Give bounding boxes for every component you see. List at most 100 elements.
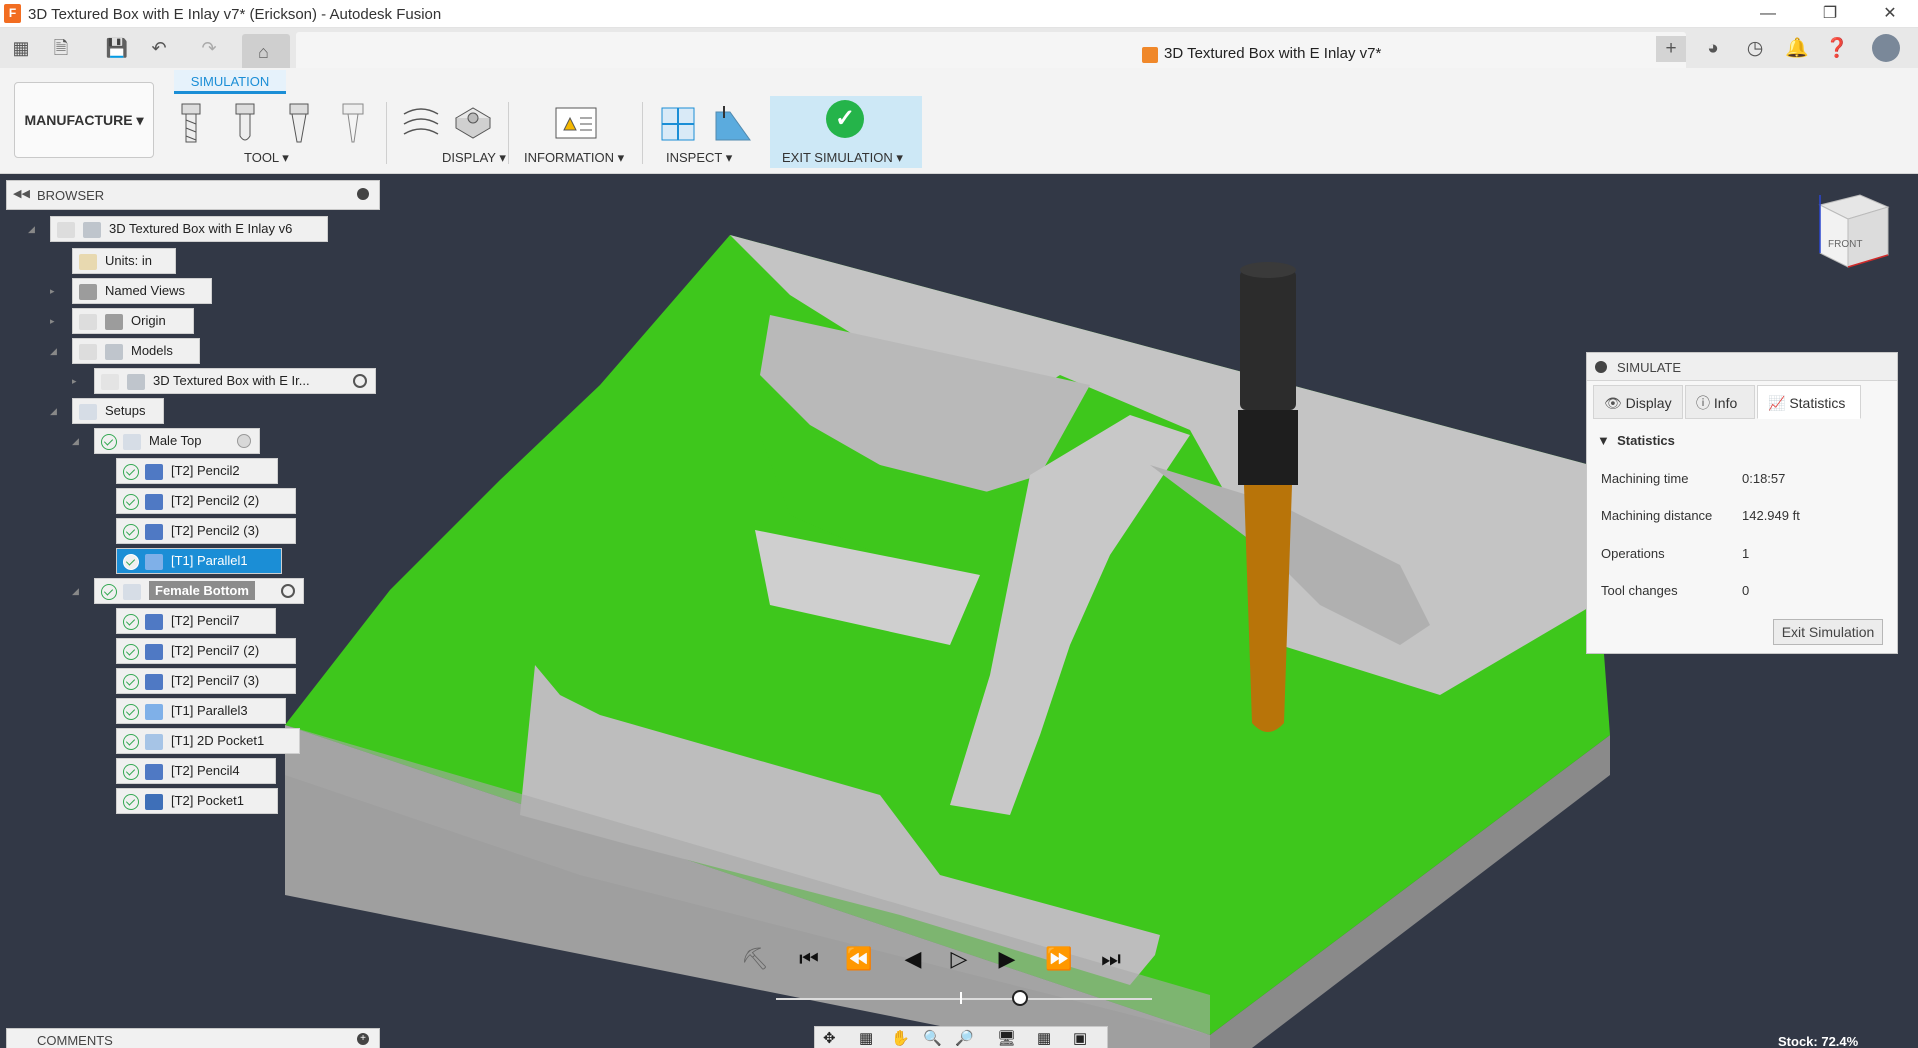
operation-node[interactable]: [T1] 2D Pocket1	[116, 728, 300, 754]
minimize-button[interactable]: —	[1746, 2, 1790, 26]
close-window-button[interactable]: ✕	[1868, 2, 1912, 26]
root-component-node[interactable]: 3D Textured Box with E Inlay v6	[50, 216, 328, 242]
playback-settings-icon[interactable]: ⛏	[740, 944, 770, 974]
exit-simulation-label[interactable]: EXIT SIMULATION ▾	[782, 150, 903, 166]
tapered-mill-icon[interactable]	[286, 102, 312, 146]
expand-origin-icon[interactable]: ▸	[50, 316, 60, 326]
operation-node[interactable]: [T2] Pencil2 (2)	[116, 488, 296, 514]
eye-visibility-icon[interactable]	[57, 221, 75, 238]
information-warning-icon[interactable]	[554, 102, 598, 146]
previous-operation-icon[interactable]: ⏪	[844, 944, 874, 974]
flat-endmill-icon[interactable]	[178, 102, 204, 146]
help-icon[interactable]: ❓	[1822, 36, 1852, 62]
tab-simulation[interactable]: SIMULATION	[174, 70, 286, 94]
exit-simulation-check-icon[interactable]: ✓	[826, 100, 864, 138]
zoom-icon[interactable]: 🔍	[923, 1029, 942, 1047]
expand-setups-icon[interactable]: ◢	[50, 406, 60, 416]
expand-models-icon[interactable]: ◢	[50, 346, 60, 356]
home-tab-button[interactable]: ⌂	[242, 34, 290, 68]
fit-icon[interactable]: 🔎	[955, 1029, 974, 1047]
tab-info[interactable]: ⓘ Info	[1685, 385, 1755, 419]
display-settings-icon[interactable]: 🖥	[997, 1029, 1016, 1047]
simulate-collapse-icon[interactable]	[1595, 361, 1607, 373]
redo-icon[interactable]: ↷	[196, 36, 222, 60]
pan-icon[interactable]: ✋	[891, 1029, 910, 1047]
skip-to-end-icon[interactable]: ⏭	[1096, 944, 1126, 974]
operation-node[interactable]: [T2] Pencil7 (3)	[116, 668, 296, 694]
expand-model-item-icon[interactable]: ▸	[72, 376, 82, 386]
eye-dim-icon[interactable]	[101, 373, 119, 390]
skip-to-start-icon[interactable]: ⏮	[794, 944, 824, 974]
step-forward-icon[interactable]: ▶	[992, 944, 1022, 974]
user-avatar[interactable]	[1872, 34, 1900, 62]
new-tab-plus-icon[interactable]: +	[1656, 36, 1686, 62]
undo-icon[interactable]: ↶	[146, 36, 172, 60]
ball-endmill-icon[interactable]	[232, 102, 258, 146]
setups-node[interactable]: Setups	[72, 398, 164, 424]
check-icon	[123, 553, 139, 570]
file-menu-icon[interactable]: 🗎	[48, 36, 74, 60]
radio-inactive-icon[interactable]	[237, 434, 251, 448]
toolpath-display-icon[interactable]	[402, 102, 440, 146]
orbit-icon[interactable]: ✥	[823, 1029, 836, 1047]
operation-node[interactable]: [T1] Parallel3	[116, 698, 286, 724]
operation-node[interactable]: [T2] Pocket1	[116, 788, 278, 814]
tool-group-label[interactable]: TOOL ▾	[244, 150, 289, 166]
stat-value: 0:18:57	[1742, 471, 1786, 486]
restore-button[interactable]: ❐	[1808, 2, 1852, 26]
radio-active-icon[interactable]	[281, 584, 295, 598]
viewcube[interactable]: FRONT	[1818, 194, 1890, 268]
data-panel-grid-icon[interactable]: ▦	[8, 36, 34, 60]
operation-node[interactable]: [T2] Pencil4	[116, 758, 276, 784]
step-back-icon[interactable]: ◀	[898, 944, 928, 974]
expand-female-bottom-icon[interactable]: ◢	[72, 586, 82, 596]
statistics-section-header[interactable]: ▼ Statistics	[1597, 433, 1675, 448]
playback-slider[interactable]	[776, 998, 1152, 1000]
operation-node[interactable]: [T2] Pencil2 (3)	[116, 518, 296, 544]
operation-node-selected[interactable]: [T1] Parallel1	[116, 548, 282, 574]
play-icon[interactable]: ▷	[944, 944, 974, 974]
notifications-bell-icon[interactable]: 🔔	[1782, 36, 1812, 62]
radio-activate-icon[interactable]	[353, 374, 367, 388]
tab-display[interactable]: 👁 Display	[1593, 385, 1683, 419]
operation-node[interactable]: [T2] Pencil7	[116, 608, 276, 634]
models-node[interactable]: Models	[72, 338, 200, 364]
browser-minimize-icon[interactable]	[357, 188, 369, 200]
inspect-group-label[interactable]: INSPECT ▾	[666, 150, 732, 166]
display-group-label[interactable]: DISPLAY ▾	[442, 150, 506, 166]
document-tab[interactable]: 3D Textured Box with E Inlay v7* ✕	[296, 32, 1686, 68]
next-operation-icon[interactable]: ⏩	[1044, 944, 1074, 974]
operation-node[interactable]: [T2] Pencil2	[116, 458, 278, 484]
stock-display-icon[interactable]	[452, 102, 494, 146]
expand-root-icon[interactable]: ◢	[28, 224, 38, 234]
comments-panel[interactable]: COMMENTS +	[6, 1028, 380, 1048]
setup-female-bottom[interactable]: Female Bottom	[94, 578, 304, 604]
expand-male-top-icon[interactable]: ◢	[72, 436, 82, 446]
eye-hidden-icon[interactable]	[79, 313, 97, 330]
origin-node[interactable]: Origin	[72, 308, 194, 334]
save-icon[interactable]: 💾	[104, 36, 130, 60]
browser-panel-header[interactable]: ◀◀ BROWSER	[6, 180, 380, 210]
look-at-icon[interactable]: ▦	[859, 1029, 873, 1047]
workspace-switcher-button[interactable]: MANUFACTURE ▾	[14, 82, 154, 158]
setup-male-top[interactable]: Male Top	[94, 428, 260, 454]
model-item-node[interactable]: 3D Textured Box with E Ir...	[94, 368, 376, 394]
information-group-label[interactable]: INFORMATION ▾	[524, 150, 624, 166]
collapse-browser-icon[interactable]: ◀◀	[13, 187, 30, 200]
engrave-tool-icon[interactable]	[340, 102, 366, 146]
eye-hidden-icon[interactable]	[79, 343, 97, 360]
section-analysis-icon[interactable]	[660, 102, 696, 146]
exit-simulation-group[interactable]: ✓ EXIT SIMULATION ▾	[770, 96, 922, 168]
expand-named-views-icon[interactable]: ▸	[50, 286, 60, 296]
exit-simulation-button[interactable]: Exit Simulation	[1773, 619, 1883, 645]
tab-statistics[interactable]: 📈 Statistics	[1757, 385, 1861, 419]
units-node[interactable]: Units: in	[72, 248, 176, 274]
named-views-node[interactable]: Named Views	[72, 278, 212, 304]
grid-icon[interactable]: ▦	[1037, 1029, 1051, 1047]
viewports-icon[interactable]: ▣	[1073, 1029, 1087, 1047]
operation-node[interactable]: [T2] Pencil7 (2)	[116, 638, 296, 664]
extensions-icon[interactable]: ◕	[1698, 36, 1728, 62]
job-status-clock-icon[interactable]: ◷	[1740, 36, 1770, 62]
measure-icon[interactable]	[712, 102, 754, 146]
add-comment-icon[interactable]: +	[357, 1033, 369, 1045]
